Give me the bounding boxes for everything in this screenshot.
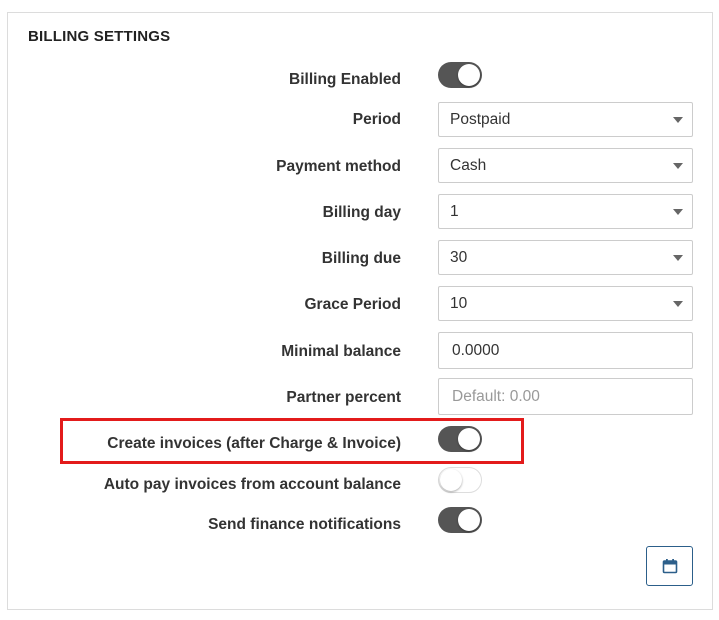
- caret-down-icon: [673, 255, 683, 261]
- period-select[interactable]: Postpaid: [438, 102, 693, 137]
- billing-enabled-label: Billing Enabled: [289, 71, 401, 88]
- caret-down-icon: [673, 163, 683, 169]
- billing-day-value: 1: [450, 203, 459, 220]
- save-button[interactable]: [646, 546, 693, 586]
- partner-percent-input[interactable]: [438, 378, 693, 415]
- billing-due-label: Billing due: [321, 250, 401, 267]
- grace-period-value: 10: [450, 295, 468, 312]
- toggle-knob: [458, 64, 480, 86]
- billing-day-label: Billing day: [322, 204, 401, 221]
- caret-down-icon: [673, 209, 683, 215]
- auto-pay-label: Auto pay invoices from account balance: [103, 476, 401, 493]
- caret-down-icon: [673, 117, 683, 123]
- caret-down-icon: [673, 301, 683, 307]
- minimal-balance-input[interactable]: [438, 332, 693, 369]
- grace-period-select[interactable]: 10: [438, 286, 693, 321]
- minimal-balance-label: Minimal balance: [281, 343, 401, 360]
- payment-method-value: Cash: [450, 157, 487, 174]
- grace-period-label: Grace Period: [304, 296, 402, 313]
- auto-pay-toggle[interactable]: [438, 467, 482, 493]
- payment-method-label: Payment method: [276, 158, 401, 175]
- partner-percent-label: Partner percent: [286, 389, 401, 406]
- send-notifications-toggle[interactable]: [438, 507, 482, 533]
- period-label: Period: [352, 111, 401, 128]
- panel-title: BILLING SETTINGS: [28, 28, 171, 45]
- create-invoices-toggle[interactable]: [438, 426, 482, 452]
- send-notifications-label: Send finance notifications: [208, 516, 401, 533]
- period-value: Postpaid: [450, 111, 511, 128]
- toggle-knob: [440, 469, 462, 491]
- toggle-knob: [458, 428, 480, 450]
- billing-due-select[interactable]: 30: [438, 240, 693, 275]
- calendar-icon: [662, 559, 678, 574]
- billing-day-select[interactable]: 1: [438, 194, 693, 229]
- billing-enabled-toggle[interactable]: [438, 62, 482, 88]
- payment-method-select[interactable]: Cash: [438, 148, 693, 183]
- create-invoices-label: Create invoices (after Charge & Invoice): [107, 435, 401, 452]
- billing-due-value: 30: [450, 249, 468, 266]
- toggle-knob: [458, 509, 480, 531]
